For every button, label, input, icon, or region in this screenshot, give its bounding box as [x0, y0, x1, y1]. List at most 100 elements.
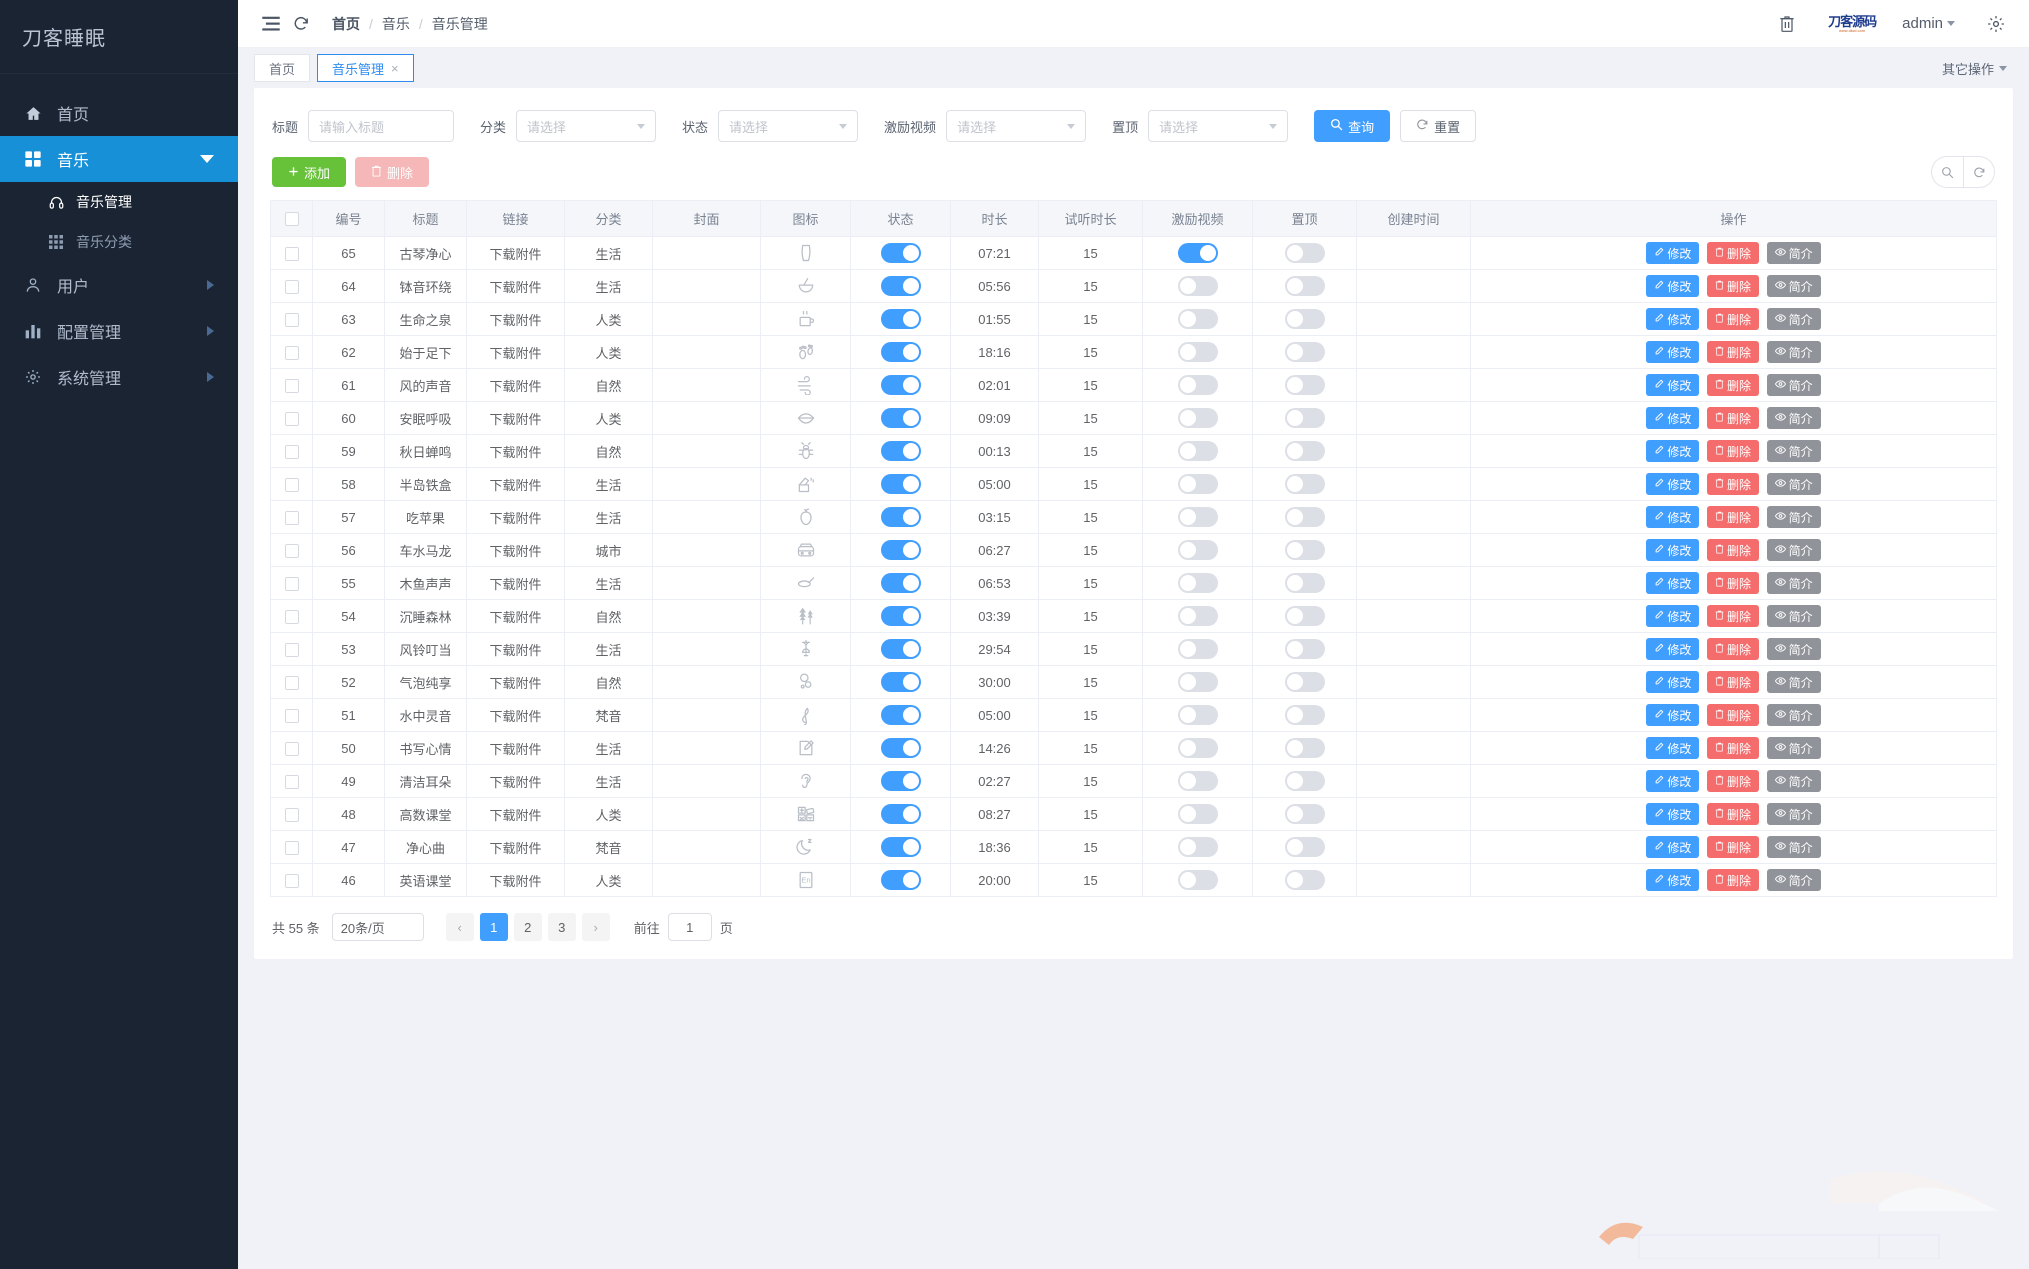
status-toggle[interactable] [880, 870, 921, 890]
table-row[interactable]: 59 秋日蝉鸣 下载附件 自然 00:13 15 修改 删除 简介 [270, 434, 1997, 468]
breadcrumb-item-0[interactable]: 首页 [332, 14, 360, 34]
top-toggle[interactable] [1284, 342, 1325, 362]
edit-button[interactable]: 修改 [1646, 704, 1700, 726]
table-row[interactable]: 62 始于足下 下载附件 人类 18:16 15 修改 删除 简介 [270, 335, 1997, 369]
row-checkbox[interactable] [284, 642, 299, 657]
table-row[interactable]: 55 木鱼声声 下载附件 生活 06:53 15 修改 删除 简介 [270, 566, 1997, 600]
edit-button[interactable]: 修改 [1646, 539, 1700, 561]
edit-button[interactable]: 修改 [1646, 605, 1700, 627]
row-delete-button[interactable]: 删除 [1706, 440, 1759, 462]
sidebar-item-music-category[interactable]: 音乐分类 [0, 222, 238, 262]
row-delete-button[interactable]: 删除 [1706, 506, 1759, 528]
close-icon[interactable]: × [391, 61, 399, 76]
table-row[interactable]: 49 清洁耳朵 下载附件 生活 02:27 15 修改 删除 简介 [270, 764, 1997, 798]
row-delete-button[interactable]: 删除 [1706, 737, 1759, 759]
row-checkbox[interactable] [284, 708, 299, 723]
cell-link[interactable]: 下载附件 [466, 500, 565, 534]
top-toggle[interactable] [1284, 309, 1325, 329]
cell-link[interactable]: 下载附件 [466, 698, 565, 732]
status-toggle[interactable] [880, 738, 921, 758]
edit-button[interactable]: 修改 [1646, 737, 1700, 759]
table-row[interactable]: 50 书写心情 下载附件 生活 14:26 15 修改 删除 简介 [270, 731, 1997, 765]
gear-icon[interactable] [1981, 15, 2011, 33]
top-toggle[interactable] [1284, 804, 1325, 824]
row-delete-button[interactable]: 删除 [1706, 242, 1759, 264]
top-toggle[interactable] [1284, 606, 1325, 626]
status-toggle[interactable] [880, 573, 921, 593]
status-toggle[interactable] [880, 837, 921, 857]
other-operations-menu[interactable]: 其它操作 [1942, 59, 2013, 78]
reset-button[interactable]: 重置 [1400, 110, 1477, 142]
status-toggle[interactable] [880, 243, 921, 263]
search-button[interactable]: 查询 [1314, 110, 1391, 142]
page-button-2[interactable]: 2 [513, 913, 542, 941]
row-checkbox[interactable] [284, 609, 299, 624]
row-checkbox[interactable] [284, 444, 299, 459]
top-toggle[interactable] [1284, 672, 1325, 692]
next-page-button[interactable]: › [581, 913, 610, 941]
cell-link[interactable]: 下载附件 [466, 401, 565, 435]
reward-video-toggle[interactable] [1177, 573, 1218, 593]
reward-video-toggle[interactable] [1177, 309, 1218, 329]
status-toggle[interactable] [880, 639, 921, 659]
row-delete-button[interactable]: 删除 [1706, 770, 1759, 792]
reward-video-toggle[interactable] [1177, 375, 1218, 395]
table-row[interactable]: 51 水中灵音 下载附件 梵音 05:00 15 修改 删除 简介 [270, 698, 1997, 732]
reward-video-toggle[interactable] [1177, 342, 1218, 362]
reward-video-toggle[interactable] [1177, 408, 1218, 428]
table-row[interactable]: 64 钵音环绕 下载附件 生活 05:56 15 修改 删除 简介 [270, 269, 1997, 303]
edit-button[interactable]: 修改 [1646, 572, 1700, 594]
row-checkbox[interactable] [284, 411, 299, 426]
trash-icon[interactable] [1772, 15, 1802, 33]
sidebar-item-home[interactable]: 首页 [0, 90, 238, 136]
info-button[interactable]: 简介 [1766, 341, 1821, 363]
info-button[interactable]: 简介 [1766, 407, 1821, 429]
row-checkbox[interactable] [284, 873, 299, 888]
table-row[interactable]: 65 古琴净心 下载附件 生活 07:21 15 修改 删除 简介 [270, 236, 1997, 270]
page-button-1[interactable]: 1 [479, 913, 508, 941]
reward-video-toggle[interactable] [1177, 672, 1218, 692]
top-toggle[interactable] [1284, 573, 1325, 593]
row-delete-button[interactable]: 删除 [1706, 803, 1759, 825]
row-delete-button[interactable]: 删除 [1706, 473, 1759, 495]
row-checkbox[interactable] [284, 345, 299, 360]
status-toggle[interactable] [880, 309, 921, 329]
edit-button[interactable]: 修改 [1646, 275, 1700, 297]
cell-link[interactable]: 下载附件 [466, 764, 565, 798]
edit-button[interactable]: 修改 [1646, 242, 1700, 264]
add-button[interactable]: 添加 [272, 157, 347, 187]
cell-link[interactable]: 下载附件 [466, 797, 565, 831]
status-toggle[interactable] [880, 375, 921, 395]
cell-link[interactable]: 下载附件 [466, 599, 565, 633]
top-toggle[interactable] [1284, 540, 1325, 560]
status-toggle[interactable] [880, 672, 921, 692]
cell-link[interactable]: 下载附件 [466, 863, 565, 897]
info-button[interactable]: 简介 [1766, 605, 1821, 627]
info-button[interactable]: 简介 [1766, 737, 1821, 759]
row-checkbox[interactable] [284, 543, 299, 558]
reward-video-toggle[interactable] [1177, 639, 1218, 659]
table-refresh-icon-button[interactable] [1963, 156, 1995, 188]
reward-video-toggle[interactable] [1177, 804, 1218, 824]
edit-button[interactable]: 修改 [1646, 671, 1700, 693]
row-delete-button[interactable]: 删除 [1706, 374, 1759, 396]
reward-video-toggle[interactable] [1177, 771, 1218, 791]
tab-music-manage[interactable]: 音乐管理 × [317, 54, 414, 82]
reward-video-toggle[interactable] [1177, 276, 1218, 296]
status-select[interactable]: 请选择 [718, 110, 859, 142]
refresh-icon[interactable] [286, 15, 316, 32]
row-delete-button[interactable]: 删除 [1706, 341, 1759, 363]
row-checkbox[interactable] [284, 741, 299, 756]
page-jump-input[interactable]: 1 [667, 913, 712, 941]
info-button[interactable]: 简介 [1766, 275, 1821, 297]
top-toggle[interactable] [1284, 507, 1325, 527]
sidebar-item-music-manage[interactable]: 音乐管理 [0, 182, 238, 222]
page-size-select[interactable]: 20条/页 [331, 913, 424, 941]
info-button[interactable]: 简介 [1766, 704, 1821, 726]
status-toggle[interactable] [880, 408, 921, 428]
top-toggle[interactable] [1284, 441, 1325, 461]
info-button[interactable]: 简介 [1766, 803, 1821, 825]
status-toggle[interactable] [880, 804, 921, 824]
row-checkbox[interactable] [284, 576, 299, 591]
top-select[interactable]: 请选择 [1148, 110, 1289, 142]
